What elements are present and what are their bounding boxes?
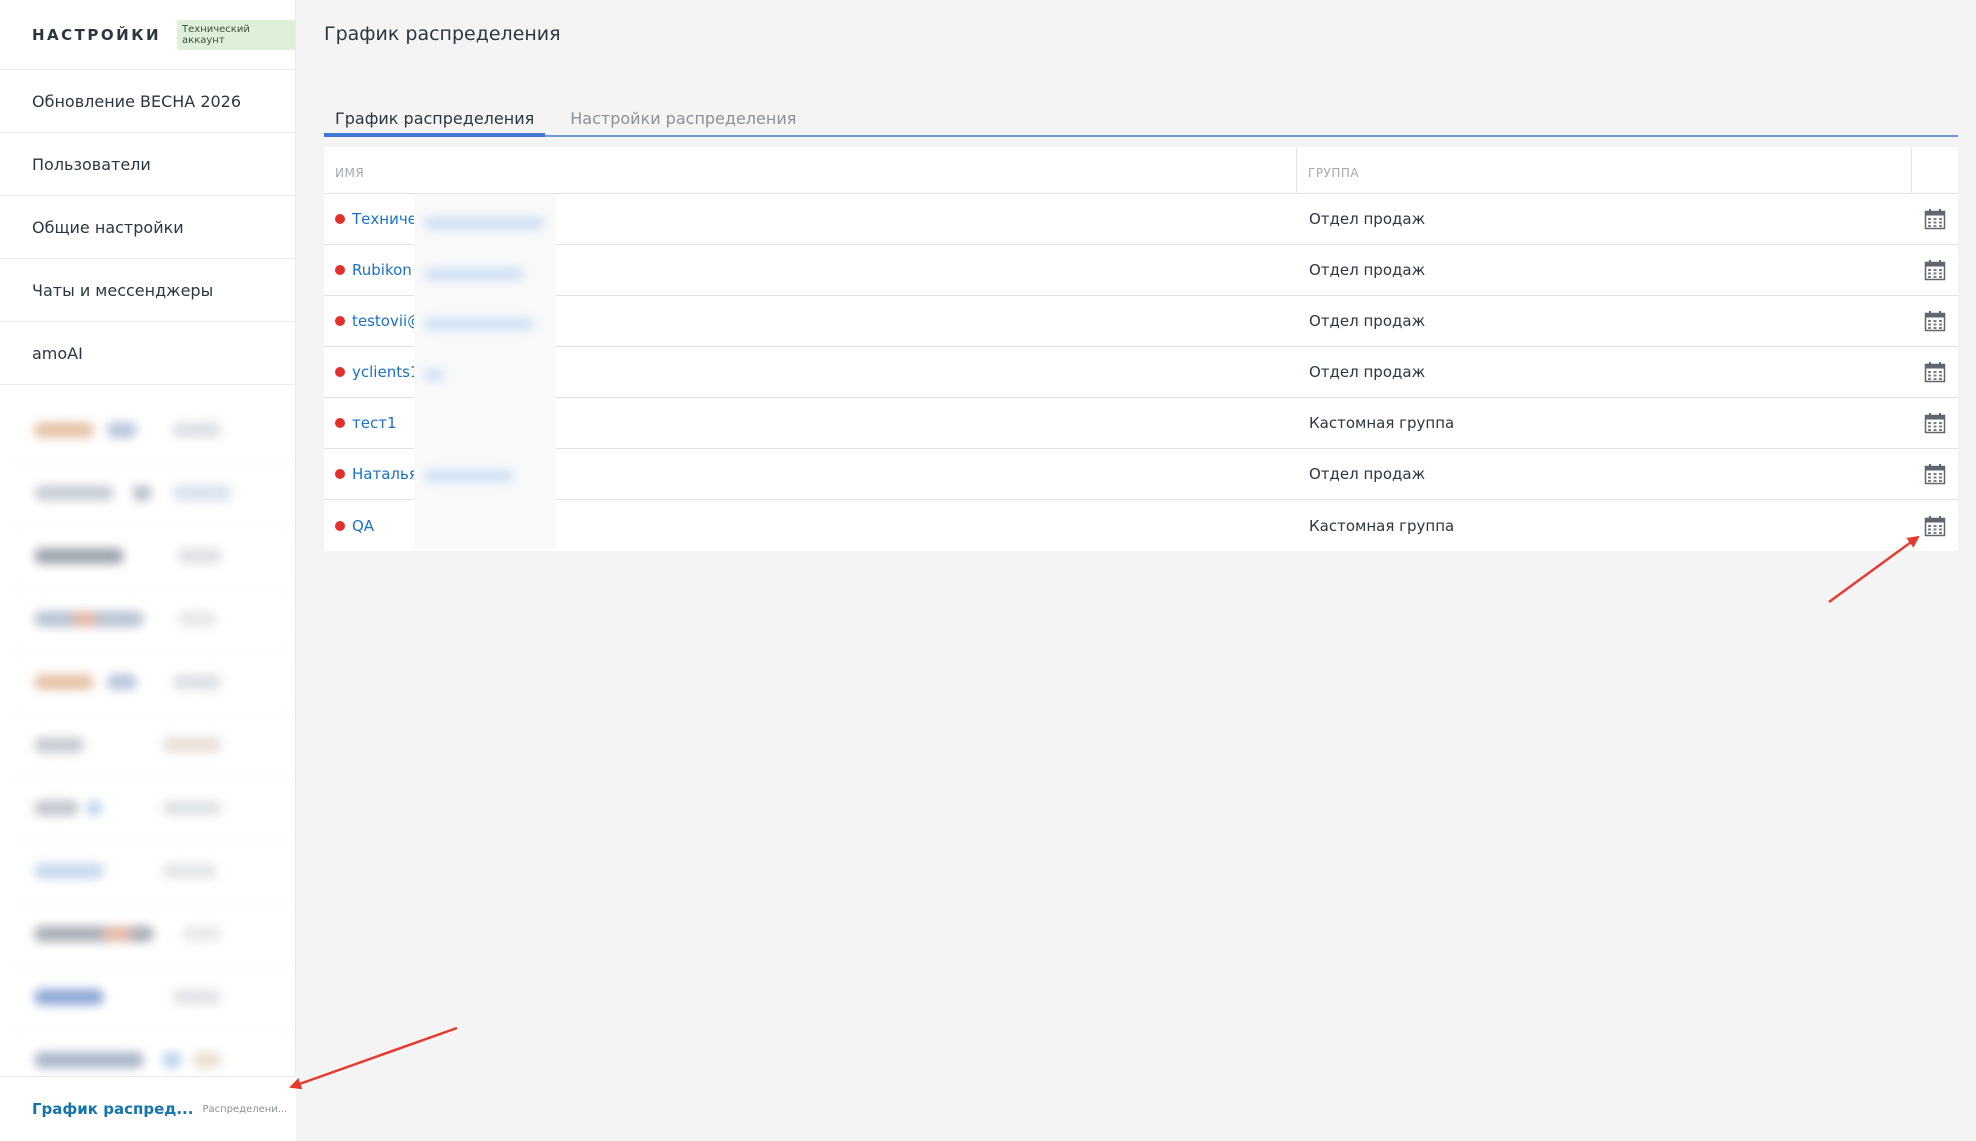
status-dot [335, 520, 345, 531]
sidebar-item-chats-messengers[interactable]: Чаты и мессенджеры [0, 259, 295, 322]
page-title: График распределения [324, 23, 561, 45]
table-row: Техничес Отдел продаж [324, 194, 1958, 245]
group-cell: Отдел продаж [1309, 465, 1426, 483]
redacted-item[interactable] [12, 715, 294, 778]
group-cell: Отдел продаж [1309, 363, 1426, 381]
redaction-mask [414, 195, 556, 549]
status-dot [335, 265, 345, 275]
calendar-icon[interactable] [1924, 515, 1946, 537]
sidebar-item-label: Пользователи [32, 154, 151, 174]
actions-cell [1912, 361, 1958, 383]
status-dot [335, 418, 345, 428]
account-type-badge: Технический аккаунт [177, 19, 295, 50]
status-dot [335, 367, 345, 377]
calendar-icon[interactable] [1924, 412, 1946, 434]
sidebar-item-label: Общие настройки [32, 217, 184, 237]
sidebar-item-label: Чаты и мессенджеры [32, 280, 214, 300]
table-row: Rubikon Отдел продаж [324, 245, 1958, 296]
actions-cell [1912, 463, 1958, 485]
tab-bar: График распределения Настройки распредел… [324, 105, 1958, 137]
redacted-item[interactable] [12, 652, 294, 715]
calendar-icon[interactable] [1924, 208, 1946, 230]
calendar-icon[interactable] [1924, 361, 1946, 383]
sidebar-item-label: Обновление ВЕСНА 2026 [32, 91, 242, 111]
users-schedule-table: ИМЯ ГРУППА Техничес Отдел продаж Rubikon… [324, 147, 1958, 551]
actions-cell [1912, 515, 1958, 537]
sidebar-item-sublabel: Распределени... [202, 1103, 288, 1115]
column-header-name[interactable]: ИМЯ [324, 147, 1297, 193]
table-row: testovii@ Отдел продаж [324, 296, 1958, 347]
sidebar-item-distribution-schedule[interactable]: График распред... Распределени... [0, 1076, 296, 1141]
redacted-item[interactable] [12, 967, 294, 1030]
actions-cell [1912, 208, 1958, 230]
redacted-item[interactable] [12, 400, 294, 463]
sidebar-item-users[interactable]: Пользователи [0, 133, 295, 196]
tab-distribution-settings[interactable]: Настройки распределения [559, 105, 807, 137]
table-row: Наталья Отдел продаж [324, 449, 1958, 500]
status-dot [335, 316, 345, 326]
column-header-actions [1912, 147, 1958, 193]
redacted-item[interactable] [12, 526, 294, 589]
user-name-link[interactable]: yclients1 [352, 363, 419, 381]
user-name-link[interactable]: QA [352, 517, 374, 535]
sidebar-header: НАСТРОЙКИ Технический аккаунт [0, 0, 295, 70]
actions-cell [1912, 412, 1958, 434]
main-content: График распределения График распределени… [297, 0, 1976, 1141]
calendar-icon[interactable] [1924, 463, 1946, 485]
user-name-link[interactable]: тест1 [352, 414, 397, 432]
redacted-item[interactable] [12, 841, 294, 904]
calendar-icon[interactable] [1924, 310, 1946, 332]
redacted-item[interactable] [12, 904, 294, 967]
actions-cell [1912, 259, 1958, 281]
user-name-link[interactable]: testovii@ [352, 312, 422, 330]
redacted-sidebar-items [12, 400, 294, 1093]
status-dot [335, 214, 345, 224]
group-cell: Кастомная группа [1309, 414, 1455, 432]
user-name-link[interactable]: Rubikon [352, 261, 412, 279]
table-header: ИМЯ ГРУППА [324, 147, 1958, 194]
tab-distribution-schedule[interactable]: График распределения [324, 105, 546, 137]
status-dot [335, 469, 345, 479]
group-cell: Кастомная группа [1309, 516, 1455, 535]
redacted-item[interactable] [12, 463, 294, 526]
sidebar-title: НАСТРОЙКИ [32, 25, 162, 44]
group-cell: Отдел продаж [1309, 261, 1426, 279]
column-header-group[interactable]: ГРУППА [1297, 147, 1912, 193]
redacted-item[interactable] [12, 589, 294, 652]
table-row: yclients1 Отдел продаж [324, 347, 1958, 398]
sidebar-item-general-settings[interactable]: Общие настройки [0, 196, 295, 259]
calendar-icon[interactable] [1924, 259, 1946, 281]
user-name-link[interactable]: Наталья [352, 465, 418, 483]
group-cell: Отдел продаж [1309, 312, 1426, 330]
actions-cell [1912, 310, 1958, 332]
sidebar-item-amoai[interactable]: amoAI [0, 322, 295, 385]
sidebar-item-spring-update[interactable]: Обновление ВЕСНА 2026 [0, 70, 295, 133]
sidebar-item-label: График распред... [32, 1100, 194, 1118]
redacted-item[interactable] [12, 778, 294, 841]
table-row: тест1 Кастомная группа [324, 398, 1958, 449]
table-row: QA Кастомная группа [324, 500, 1958, 551]
sidebar-item-label: amoAI [32, 343, 83, 363]
settings-sidebar: НАСТРОЙКИ Технический аккаунт Обновление… [0, 0, 296, 1141]
group-cell: Отдел продаж [1309, 210, 1426, 228]
